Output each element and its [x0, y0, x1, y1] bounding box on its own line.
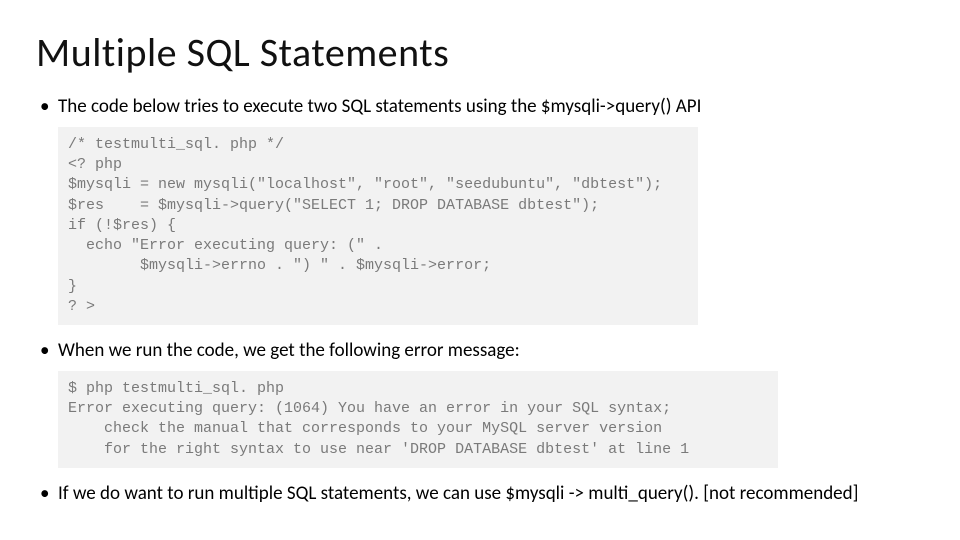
bullet-item-3: If we do want to run multiple SQL statem…: [36, 482, 924, 506]
bullet-list: When we run the code, we get the followi…: [36, 339, 924, 363]
page-title: Multiple SQL Statements: [36, 28, 924, 77]
bullet-list: If we do want to run multiple SQL statem…: [36, 482, 924, 506]
bullet-item-2: When we run the code, we get the followi…: [36, 339, 924, 363]
slide: Multiple SQL Statements The code below t…: [0, 0, 960, 540]
code-block-php: /* testmulti_sql. php */ <? php $mysqli …: [58, 127, 698, 325]
bullet-list: The code below tries to execute two SQL …: [36, 95, 924, 119]
bullet-item-1: The code below tries to execute two SQL …: [36, 95, 924, 119]
code-block-output: $ php testmulti_sql. php Error executing…: [58, 371, 778, 468]
